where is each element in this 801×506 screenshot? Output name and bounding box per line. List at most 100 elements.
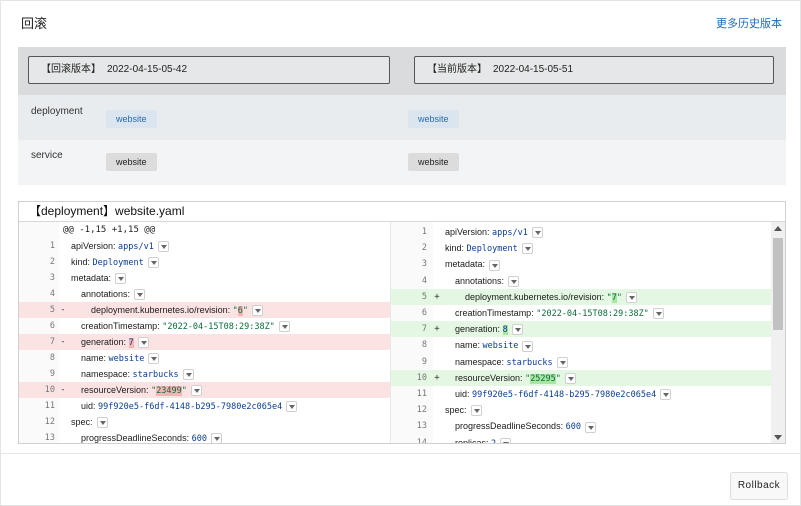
diff-scrollbar[interactable] (771, 222, 785, 443)
yaml-key: uid: (455, 389, 470, 399)
current-version-tag: 【当前版本】 (427, 64, 487, 75)
chevron-down-icon[interactable] (96, 417, 108, 429)
code-text: replicas: 2 (455, 435, 512, 443)
rollback-service-website-button[interactable]: website (106, 153, 157, 171)
diff-line: 5- deployment.kubernetes.io/revision: "6" (19, 302, 390, 318)
diff-line: 14 replicas: 2 (391, 435, 773, 444)
yaml-key: namespace: (81, 369, 131, 379)
code-text: progressDeadlineSeconds: 600 (81, 430, 222, 443)
chevron-down-icon[interactable] (182, 369, 194, 381)
current-version-box: 【当前版本】 2022-04-15-05-51 (414, 56, 774, 84)
line-number: 13 (416, 421, 427, 432)
chevron-down-icon[interactable] (134, 289, 146, 301)
chevron-down-icon[interactable] (115, 273, 127, 285)
diff-line: 1 apiVersion: apps/v1 (391, 224, 773, 240)
yaml-value: "2022-04-15T08:29:38Z" (536, 309, 649, 319)
scroll-thumb[interactable] (773, 238, 783, 330)
chevron-down-icon[interactable] (625, 291, 637, 303)
chevron-down-icon[interactable] (508, 275, 520, 287)
line-number: 7 (421, 324, 427, 335)
chevron-down-icon[interactable] (521, 243, 533, 255)
chevron-down-icon[interactable] (522, 340, 534, 352)
code-text: apiVersion: apps/v1 (445, 224, 543, 241)
scroll-down-arrow-icon[interactable] (774, 435, 782, 440)
diff-line: 6 creationTimestamp: "2022-04-15T08:29:38… (19, 318, 390, 334)
line-number: 4 (49, 289, 55, 299)
code-text: metadata: (71, 270, 127, 286)
rollback-deployment-website-button[interactable]: website (106, 110, 157, 128)
line-number: 1 (49, 241, 55, 251)
version-compare-panel: 【回滚版本】 2022-04-15-05-42 【当前版本】 2022-04-15-… (18, 47, 786, 185)
diff-line: 9 namespace: starbucks (19, 366, 390, 382)
code-text: deployment.kubernetes.io/revision: "6" (91, 302, 263, 319)
diff-line: 2 kind: Deployment (19, 254, 390, 270)
rollback-button[interactable]: Rollback (730, 472, 788, 500)
code-text: metadata: (445, 256, 501, 272)
footer-divider (1, 453, 801, 454)
removed-marker: - (60, 385, 66, 395)
changed-value-highlight: 8 (502, 325, 508, 336)
yaml-value: 99f920e5-f6df-4148-b295-7980e2c065e4 (98, 402, 283, 412)
changed-value-highlight: 6 (237, 306, 243, 316)
added-marker: + (434, 324, 440, 335)
line-number: 10 (416, 372, 427, 383)
chevron-down-icon[interactable] (190, 385, 202, 397)
code-text: progressDeadlineSeconds: 600 (455, 418, 596, 435)
diff-line: 7 + generation: 8 (391, 321, 773, 338)
line-number: 5 (49, 305, 55, 315)
scroll-up-arrow-icon[interactable] (774, 226, 782, 231)
yaml-value: "2022-04-15T08:29:38Z" (162, 322, 275, 332)
diff-line: 8 name: website (19, 350, 390, 366)
chevron-down-icon[interactable] (556, 356, 568, 368)
more-history-versions-link[interactable]: 更多历史版本 (716, 15, 782, 31)
chevron-down-icon[interactable] (470, 405, 482, 417)
chevron-down-icon[interactable] (278, 321, 290, 333)
chevron-down-icon[interactable] (251, 305, 263, 317)
yaml-key: generation: (455, 324, 501, 335)
diff-line: 5 + deployment.kubernetes.io/revision: "7" (391, 288, 773, 305)
chevron-down-icon[interactable] (584, 421, 596, 433)
line-number: 11 (416, 389, 427, 399)
chevron-down-icon[interactable] (210, 433, 222, 443)
line-number: 6 (49, 321, 55, 331)
chevron-down-icon[interactable] (157, 241, 169, 253)
yaml-key: creationTimestamp: (455, 308, 534, 318)
chevron-down-icon[interactable] (500, 437, 512, 443)
code-text: annotations: (81, 286, 146, 302)
chevron-down-icon[interactable] (564, 372, 576, 384)
line-number: 7 (49, 337, 55, 347)
line-number: 2 (49, 257, 55, 267)
chevron-down-icon[interactable] (511, 324, 523, 336)
chevron-down-icon[interactable] (489, 259, 501, 271)
current-version-value: 2022-04-15-05-51 (493, 64, 574, 75)
chevron-down-icon[interactable] (137, 337, 149, 349)
yaml-value: "7" (606, 292, 622, 303)
chevron-down-icon[interactable] (660, 389, 672, 401)
changed-value-highlight: 7 (611, 292, 617, 303)
chevron-down-icon[interactable] (148, 353, 160, 365)
diff-pane-current[interactable]: 1 apiVersion: apps/v1 2 kind: Deployment 3 me… (390, 222, 773, 444)
code-text: resourceVersion: "25295" (455, 370, 576, 387)
line-number: 6 (421, 308, 427, 318)
chevron-down-icon[interactable] (652, 308, 664, 320)
yaml-key: spec: (71, 417, 93, 427)
chevron-down-icon[interactable] (286, 401, 298, 413)
current-deployment-website-button[interactable]: website (408, 110, 459, 128)
yaml-value: "6" (232, 306, 248, 316)
chevron-down-icon[interactable] (147, 257, 159, 269)
code-text: generation: 7 (81, 334, 149, 351)
code-text: kind: Deployment (445, 240, 533, 257)
line-number: 14 (416, 437, 427, 444)
chevron-down-icon[interactable] (531, 227, 543, 239)
diff-line: 4 annotations: (391, 273, 773, 289)
current-service-website-button[interactable]: website (408, 153, 459, 171)
diff-pane-rollback[interactable]: @@ -1,15 +1,15 @@ 1 apiVersion: apps/v1 2 ki… (19, 222, 390, 443)
hunk-header-text: @@ -1,15 +1,15 @@ (63, 225, 156, 235)
line-number: 12 (416, 405, 427, 416)
yaml-key: annotations: (455, 275, 505, 286)
diff-line: 11 uid: 99f920e5-f6df-4148-b295-7980e2c06… (391, 386, 773, 402)
yaml-value: website (108, 354, 145, 364)
diff-line: 3 metadata: (19, 270, 390, 286)
line-number: 11 (44, 401, 55, 411)
yaml-value: 99f920e5-f6df-4148-b295-7980e2c065e4 (472, 390, 657, 400)
